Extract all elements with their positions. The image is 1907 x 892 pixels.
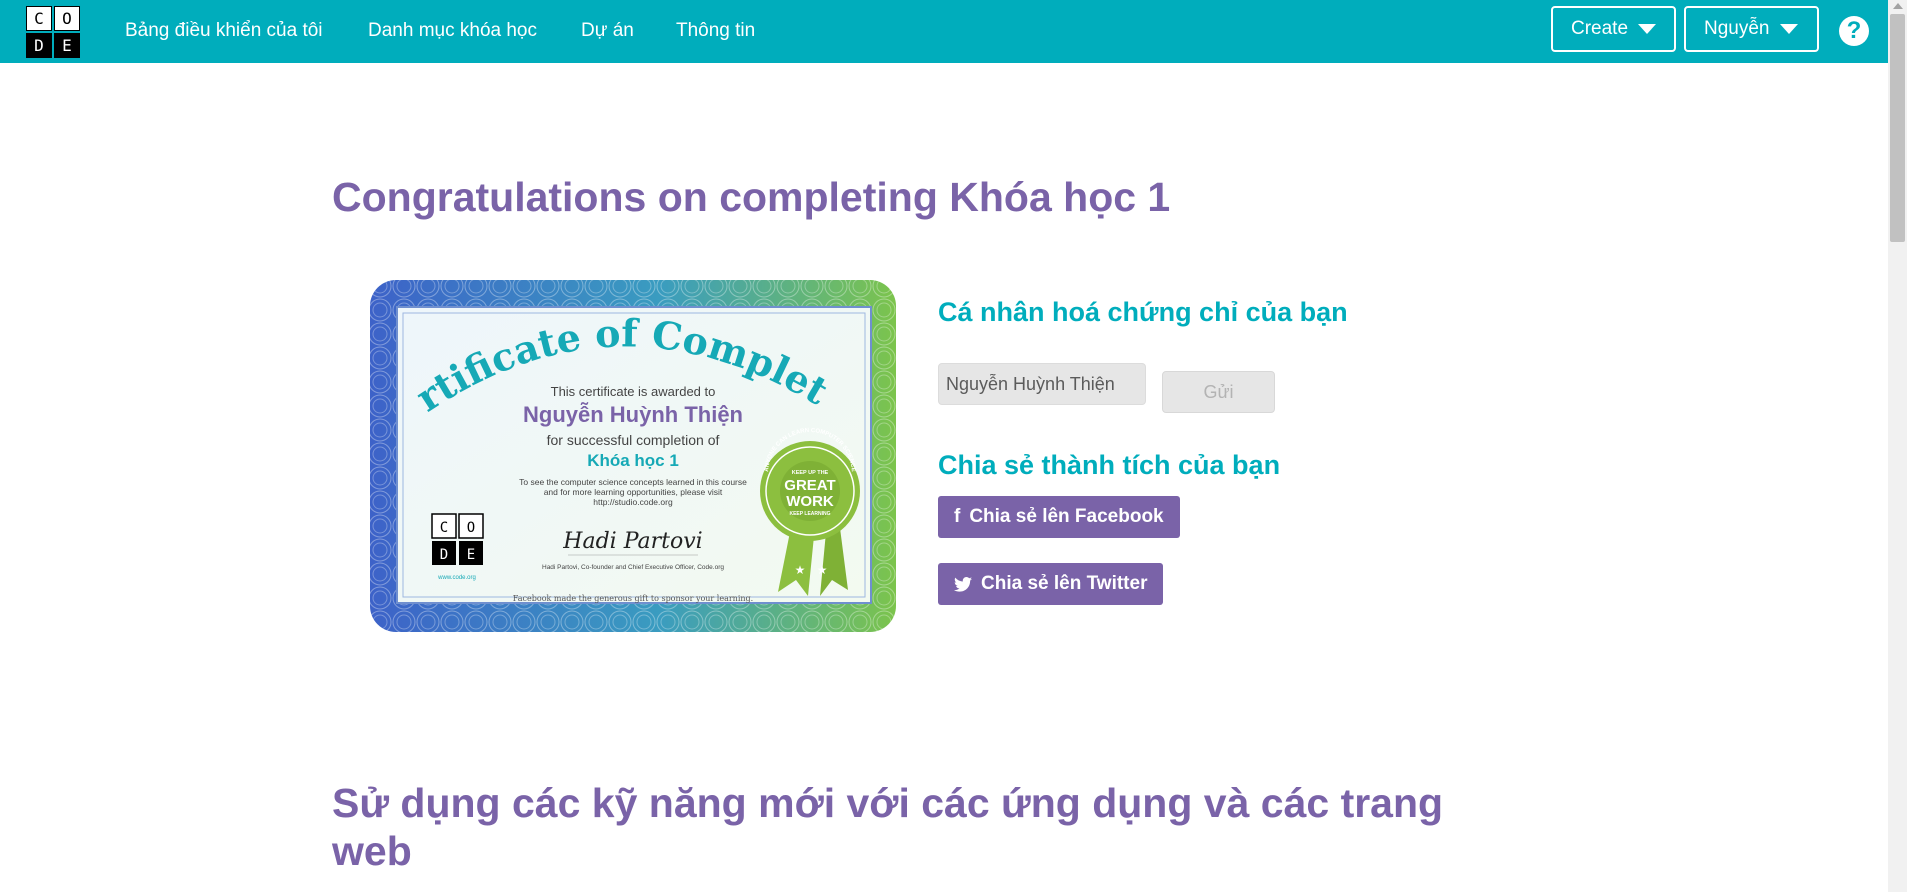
page-title: Congratulations on completing Khóa học 1 (332, 174, 1171, 220)
nav-about[interactable]: Thông tin (676, 20, 755, 42)
completion-text: for successful completion of (547, 432, 720, 448)
help-icon[interactable]: ? (1839, 16, 1869, 46)
facebook-icon: f (954, 506, 961, 527)
send-button[interactable]: Gửi (1162, 371, 1275, 413)
logo-letter: E (54, 33, 80, 58)
star-icon: ★ (817, 563, 828, 577)
awarded-text: This certificate is awarded to (551, 384, 716, 399)
scrollbar-thumb[interactable] (1890, 14, 1905, 242)
share-twitter-button[interactable]: Chia sẻ lên Twitter (938, 563, 1164, 605)
signature: Hadi Partovi (562, 529, 702, 554)
course-name: Khóa học 1 (587, 451, 679, 470)
certificate-name-input[interactable] (938, 363, 1146, 405)
share-twitter-label: Chia sẻ lên Twitter (981, 573, 1148, 594)
recipient-name: Nguyễn Huỳnh Thiện (523, 402, 743, 427)
info-line-2: and for more learning opportunities, ple… (544, 487, 723, 497)
seal-top-text: KEEP UP THE (792, 470, 829, 476)
code-logo[interactable]: C O D E (26, 6, 80, 58)
site-url: www.code.org (437, 575, 476, 581)
user-name-label: Nguyễn (1704, 18, 1770, 39)
share-facebook-button[interactable]: f Chia sẻ lên Facebook (938, 496, 1180, 538)
star-icon: ★ (795, 563, 806, 577)
seal-work-text: WORK (786, 493, 834, 510)
user-menu-dropdown[interactable]: Nguyễn (1684, 6, 1819, 52)
nav-my-dashboard[interactable]: Bảng điều khiển của tôi (125, 20, 323, 42)
twitter-icon (954, 576, 972, 592)
seal-great-text: GREAT (784, 477, 835, 494)
svg-text:C: C (440, 520, 448, 536)
chevron-down-icon (1638, 24, 1657, 34)
info-line-1: To see the computer science concepts lea… (519, 477, 747, 487)
certificate-image: Certificate of Completion This certifica… (368, 274, 896, 632)
sponsor-text: Facebook made the generous gift to spons… (513, 594, 753, 603)
chevron-down-icon (1779, 24, 1798, 34)
seal-bottom-text: KEEP LEARNING (789, 511, 830, 517)
scroll-up-arrow-icon[interactable] (1893, 3, 1903, 9)
create-label: Create (1571, 18, 1629, 39)
section-heading-apps: Sử dụng các kỹ năng mới với các ứng dụng… (332, 780, 1444, 874)
logo-letter: C (26, 6, 52, 31)
logo-letter: O (54, 6, 80, 31)
create-dropdown[interactable]: Create (1551, 6, 1676, 52)
share-facebook-label: Chia sẻ lên Facebook (969, 506, 1164, 527)
nav-course-catalog[interactable]: Danh mục khóa học (368, 20, 537, 42)
personalize-heading: Cá nhân hoá chứng chỉ của bạn (938, 297, 1348, 327)
logo-letter: D (26, 33, 52, 58)
svg-text:D: D (440, 547, 448, 563)
share-heading: Chia sẻ thành tích của bạn (938, 450, 1281, 480)
nav-projects[interactable]: Dự án (581, 20, 634, 42)
svg-text:E: E (467, 547, 475, 563)
page-scrollbar[interactable] (1888, 0, 1907, 892)
info-url: http://studio.code.org (593, 497, 673, 507)
signer-title: Hadi Partovi, Co-founder and Chief Execu… (542, 564, 724, 571)
top-navbar: C O D E Bảng điều khiển của tôi Danh mục… (0, 0, 1888, 63)
svg-text:O: O (467, 520, 475, 536)
